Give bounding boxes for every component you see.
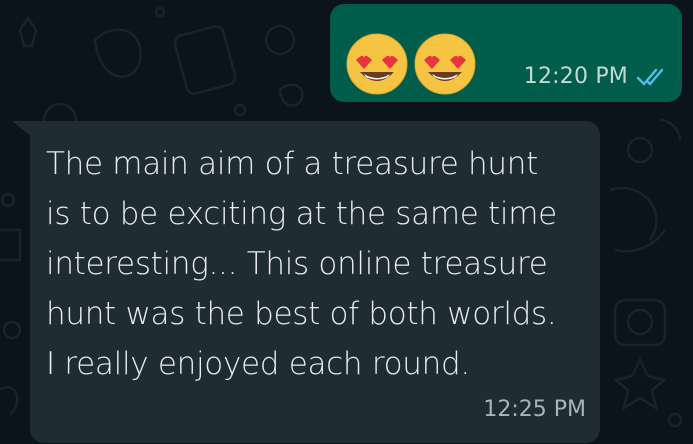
heart-eyes-emoji-icon (414, 33, 476, 95)
incoming-message-text: The main aim of a treasure hunt is to be… (46, 139, 586, 389)
outgoing-message-bubble[interactable]: 12:20 PM (330, 4, 682, 102)
message-line: interesting... This online treasure (46, 246, 548, 282)
chat-window: 12:20 PM The main aim of a treasure hunt… (0, 0, 693, 444)
outgoing-message-time: 12:20 PM (523, 64, 628, 89)
incoming-message-bubble[interactable]: The main aim of a treasure hunt is to be… (30, 121, 600, 443)
double-check-read-icon (636, 68, 664, 86)
message-line: The main aim of a treasure hunt (46, 146, 538, 182)
message-line: I really enjoyed each round. (46, 346, 470, 382)
outgoing-message-meta: 12:20 PM (524, 64, 668, 89)
incoming-message-time: 12:25 PM (483, 397, 586, 422)
message-line: is to be exciting at the same time (46, 196, 557, 232)
message-line: hunt was the best of both worlds. (46, 296, 557, 332)
heart-eyes-emoji-icon (346, 33, 408, 95)
